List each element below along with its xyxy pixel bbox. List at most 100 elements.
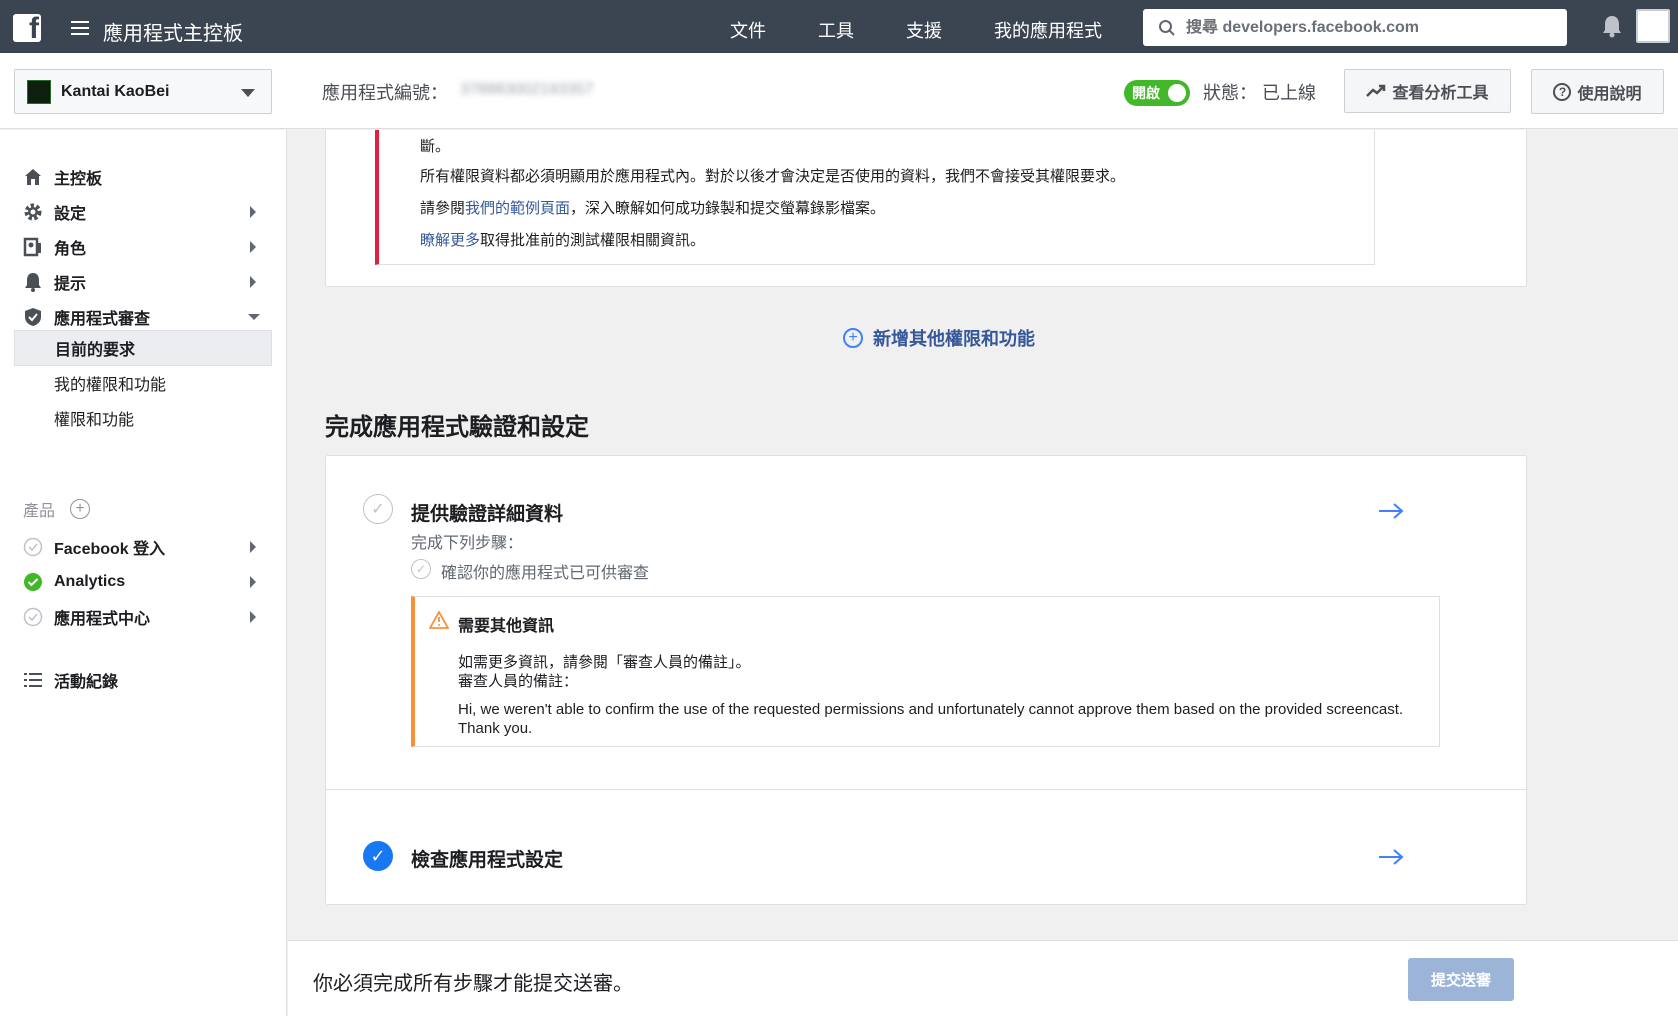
completed-check-icon: ✓ (363, 841, 393, 871)
app-thumbnail (27, 79, 51, 104)
sidebar-subitem-my-permissions[interactable]: 我的權限和功能 (14, 365, 272, 401)
roles-icon (22, 236, 44, 258)
step-title-verification[interactable]: 提供驗證詳細資料 (411, 499, 563, 526)
nav-support[interactable]: 支援 (906, 17, 942, 43)
top-navigation-bar: f 應用程式主控板 文件 工具 支援 我的應用程式 (0, 0, 1678, 53)
notice-line: 斷。 (420, 138, 451, 155)
green-check-icon (22, 571, 44, 593)
hamburger-menu-icon[interactable] (71, 21, 89, 35)
app-selector-dropdown[interactable]: Kantai KaoBei (14, 69, 272, 114)
sidebar: 主控板 設定 角色 提示 應用程式審查 目前的要求 我的權限和功能 權限和功能 … (0, 130, 287, 1016)
app-id-value: 378883002193357 (460, 81, 594, 98)
analytics-label: 查看分析工具 (1392, 85, 1489, 102)
sidebar-item-label: 設定 (54, 206, 87, 223)
add-permissions-link[interactable]: + 新增其他權限和功能 (843, 325, 1035, 351)
section-title: 完成應用程式驗證和設定 (325, 414, 589, 441)
notice-text: 取得批准前的測試權限相關資訊。 (480, 232, 706, 249)
bell-icon (22, 271, 44, 293)
learn-more-link[interactable]: 瞭解更多 (420, 232, 480, 249)
warning-line: 如需更多資訊，請參閱「審查人員的備註」。 (458, 654, 751, 671)
sidebar-item-settings[interactable]: 設定 (22, 197, 272, 227)
sidebar-item-label: Analytics (54, 573, 126, 590)
chevron-down-icon (241, 89, 255, 97)
nav-my-apps[interactable]: 我的應用程式 (994, 17, 1102, 43)
help-label: 使用說明 (1577, 85, 1642, 103)
help-button[interactable]: ? 使用說明 (1531, 69, 1664, 114)
nav-tools[interactable]: 工具 (818, 17, 854, 43)
app-header-bar: Kantai KaoBei 應用程式編號： 378883002193357 開啟… (0, 53, 1678, 129)
add-product-icon[interactable]: + (70, 499, 91, 519)
sidebar-item-alerts[interactable]: 提示 (22, 267, 272, 297)
sidebar-item-label: 活動紀錄 (54, 674, 119, 691)
verification-steps-card: ✓ 提供驗證詳細資料 完成下列步驟： ✓ 確認你的應用程式已可供審查 需要其他資… (325, 455, 1527, 905)
sidebar-item-dashboard[interactable]: 主控板 (22, 162, 272, 192)
sidebar-product-facebook-login[interactable]: Facebook 登入 (22, 532, 272, 562)
nav-docs[interactable]: 文件 (730, 17, 766, 43)
sidebar-item-label: 應用程式中心 (54, 611, 151, 628)
step-subtitle: 完成下列步驟： (411, 535, 524, 552)
question-icon: ? (1553, 82, 1572, 101)
sidebar-item-label: 應用程式審查 (54, 311, 151, 328)
list-icon (22, 669, 44, 691)
arrow-right-icon[interactable] (1378, 849, 1404, 865)
sidebar-item-label: Facebook 登入 (54, 541, 166, 558)
add-permissions-label: 新增其他權限和功能 (873, 329, 1035, 349)
toggle-knob (1168, 84, 1186, 102)
notice-line: 請參閱我們的範例頁面，深入瞭解如何成功錄製和提交螢幕錄影檔案。 (420, 197, 885, 218)
plus-circle-icon: + (843, 328, 863, 348)
user-avatar[interactable] (1636, 9, 1670, 43)
chevron-right-icon (250, 611, 256, 623)
pending-check-icon: ✓ (363, 494, 393, 524)
arrow-right-icon[interactable] (1378, 503, 1404, 519)
shield-icon (22, 306, 44, 328)
app-status: 狀態： 已上線 (1203, 83, 1317, 103)
dashboard-title[interactable]: 應用程式主控板 (103, 17, 243, 46)
gear-icon (22, 201, 44, 223)
sidebar-subitem-permissions[interactable]: 權限和功能 (14, 400, 272, 436)
sidebar-product-app-center[interactable]: 應用程式中心 (22, 602, 272, 632)
chevron-right-icon (250, 276, 256, 288)
submit-for-review-button[interactable]: 提交送審 (1408, 958, 1514, 1001)
additional-info-warning: 需要其他資訊 如需更多資訊，請參閱「審查人員的備註」。 審查人員的備註： Hi,… (411, 596, 1440, 747)
sidebar-item-activity-log[interactable]: 活動紀錄 (22, 665, 272, 695)
main-content: 斷。 所有權限資料都必須明顯用於應用程式內。對於以後才會決定是否使用的資料，我們… (288, 130, 1678, 940)
screencast-notice: 斷。 所有權限資料都必須明顯用於應用程式內。對於以後才會決定是否使用的資料，我們… (375, 130, 1375, 265)
app-name: Kantai KaoBei (61, 82, 170, 100)
sidebar-item-app-review[interactable]: 應用程式審查 (22, 302, 272, 332)
step-checklist-item: 確認你的應用程式已可供審查 (441, 565, 650, 582)
notice-line: 所有權限資料都必須明顯用於應用程式內。對於以後才會決定是否使用的資料，我們不會接… (420, 168, 1126, 185)
facebook-logo-icon[interactable]: f (13, 14, 41, 42)
notice-text: 請參閱 (420, 200, 466, 217)
warning-title: 需要其他資訊 (458, 618, 555, 635)
search-box[interactable] (1143, 9, 1567, 46)
home-icon (22, 166, 44, 188)
step-divider (326, 789, 1526, 790)
sidebar-item-roles[interactable]: 角色 (22, 232, 272, 262)
products-section-label: 產品 + (23, 497, 91, 521)
products-label: 產品 (23, 503, 56, 520)
sidebar-item-label: 主控板 (54, 171, 103, 188)
sidebar-subitem-current-requests[interactable]: 目前的要求 (14, 330, 272, 366)
chevron-down-icon (248, 314, 260, 320)
reviewer-notes-label: 審查人員的備註： (458, 673, 579, 690)
reviewer-note-text: Hi, we weren't able to confirm the use o… (458, 701, 1404, 737)
chevron-right-icon (250, 541, 256, 553)
sample-page-link[interactable]: 我們的範例頁面 (465, 200, 570, 217)
view-analytics-button[interactable]: 查看分析工具 (1344, 69, 1511, 113)
chevron-right-icon (250, 206, 256, 218)
notifications-bell-icon[interactable] (1601, 14, 1623, 38)
pending-check-icon (22, 536, 44, 558)
sidebar-item-label: 提示 (54, 276, 87, 293)
search-icon (1159, 19, 1175, 36)
notice-text: ，深入瞭解如何成功錄製和提交螢幕錄影檔案。 (570, 200, 886, 217)
pending-check-icon: ✓ (411, 559, 431, 579)
submit-footer: 你必須完成所有步驟才能提交送審。 提交送審 (288, 940, 1678, 1016)
pending-check-icon (22, 606, 44, 628)
toggle-label: 開啟 (1132, 85, 1160, 101)
sidebar-product-analytics[interactable]: Analytics (22, 567, 272, 597)
app-id-label: 應用程式編號： (322, 83, 448, 103)
app-live-toggle[interactable]: 開啟 (1124, 80, 1190, 106)
chevron-right-icon (250, 576, 256, 588)
search-input[interactable] (1186, 18, 1546, 37)
step-title-app-settings[interactable]: 檢查應用程式設定 (411, 845, 563, 872)
